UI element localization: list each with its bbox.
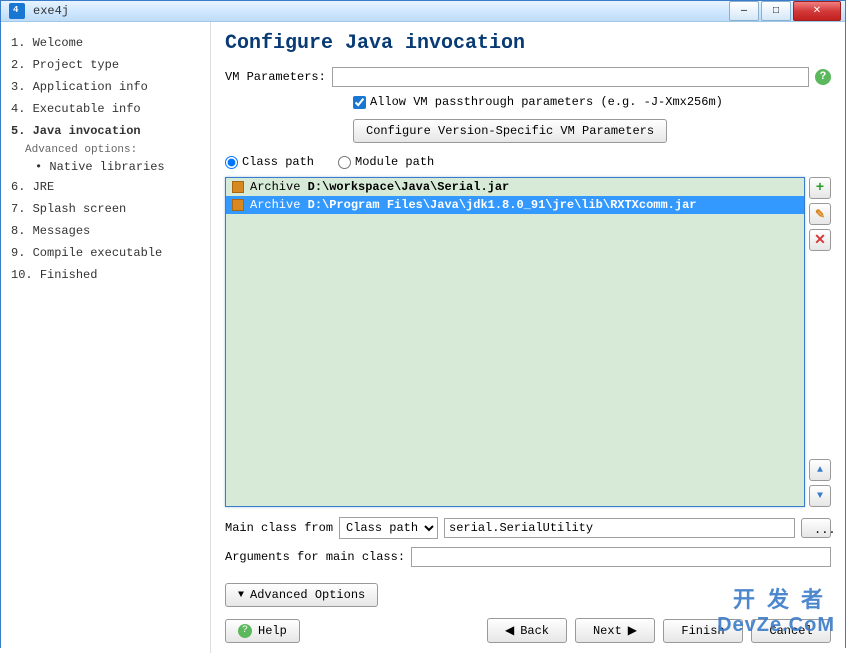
sidebar-advanced-label: Advanced options: bbox=[7, 142, 204, 158]
help-button[interactable]: ? Help bbox=[225, 619, 300, 643]
remove-entry-button[interactable]: ✕ bbox=[809, 229, 831, 251]
passthrough-checkbox[interactable] bbox=[353, 96, 366, 109]
help-icon[interactable]: ? bbox=[815, 69, 831, 85]
titlebar: exe4j — □ ✕ bbox=[1, 1, 845, 22]
classpath-list[interactable]: Archive D:\workspace\Java\Serial.jar Arc… bbox=[225, 177, 805, 507]
config-version-row: Configure Version-Specific VM Parameters bbox=[353, 119, 831, 143]
arguments-input[interactable] bbox=[411, 547, 831, 567]
advanced-options-row: ▼ Advanced Options bbox=[225, 575, 831, 607]
sidebar-item-java-invocation[interactable]: 5. Java invocation bbox=[7, 120, 204, 142]
advanced-options-button[interactable]: ▼ Advanced Options bbox=[225, 583, 378, 607]
archive-icon bbox=[232, 199, 244, 211]
back-button[interactable]: ◀ Back bbox=[487, 618, 567, 643]
browse-main-class-button[interactable]: ... bbox=[801, 518, 831, 538]
sidebar-item-project-type[interactable]: 2. Project type bbox=[7, 54, 204, 76]
move-up-button[interactable] bbox=[809, 459, 831, 481]
sidebar-item-jre[interactable]: 6. JRE bbox=[7, 176, 204, 198]
sidebar-item-messages[interactable]: 8. Messages bbox=[7, 220, 204, 242]
vm-params-row: VM Parameters: ? bbox=[225, 67, 831, 87]
classpath-radio-group[interactable]: Class path bbox=[225, 155, 314, 169]
sidebar: exe4j 1. Welcome 2. Project type 3. Appl… bbox=[1, 22, 211, 653]
sidebar-item-welcome[interactable]: 1. Welcome bbox=[7, 32, 204, 54]
main-class-from-select[interactable]: Class path bbox=[339, 517, 438, 539]
config-version-button[interactable]: Configure Version-Specific VM Parameters bbox=[353, 119, 667, 143]
app-icon bbox=[9, 3, 25, 19]
list-item[interactable]: Archive D:\Program Files\Java\jdk1.8.0_9… bbox=[226, 196, 804, 214]
maximize-button[interactable]: □ bbox=[761, 1, 791, 21]
passthrough-label: Allow VM passthrough parameters (e.g. -J… bbox=[370, 95, 723, 109]
footer: ? Help ◀ Back Next ▶ Finish Cancel bbox=[225, 607, 831, 643]
arrow-right-icon: ▶ bbox=[628, 623, 637, 638]
window-controls: — □ ✕ bbox=[729, 1, 841, 21]
modulepath-radio-group[interactable]: Module path bbox=[338, 155, 434, 169]
edit-entry-button[interactable] bbox=[809, 203, 831, 225]
sidebar-item-application-info[interactable]: 3. Application info bbox=[7, 76, 204, 98]
page-title: Configure Java invocation bbox=[225, 32, 831, 55]
close-button[interactable]: ✕ bbox=[793, 1, 841, 21]
sidebar-item-finished[interactable]: 10. Finished bbox=[7, 264, 204, 286]
minimize-button[interactable]: — bbox=[729, 1, 759, 21]
classpath-area: Archive D:\workspace\Java\Serial.jar Arc… bbox=[225, 177, 831, 507]
classpath-buttons: + ✕ bbox=[809, 177, 831, 507]
finish-button[interactable]: Finish bbox=[663, 619, 743, 643]
chevron-down-icon: ▼ bbox=[238, 590, 244, 601]
arguments-row: Arguments for main class: bbox=[225, 547, 831, 567]
vm-params-input[interactable] bbox=[332, 67, 809, 87]
main-class-from-label: Main class from bbox=[225, 521, 333, 535]
archive-icon bbox=[232, 181, 244, 193]
move-down-button[interactable] bbox=[809, 485, 831, 507]
sidebar-item-compile-executable[interactable]: 9. Compile executable bbox=[7, 242, 204, 264]
arrow-left-icon: ◀ bbox=[505, 623, 514, 638]
classpath-radio[interactable] bbox=[225, 156, 238, 169]
arguments-label: Arguments for main class: bbox=[225, 550, 405, 564]
list-item[interactable]: Archive D:\workspace\Java\Serial.jar bbox=[226, 178, 804, 196]
question-icon: ? bbox=[238, 624, 252, 638]
sidebar-item-native-libraries[interactable]: • Native libraries bbox=[7, 158, 204, 176]
passthrough-row: Allow VM passthrough parameters (e.g. -J… bbox=[353, 95, 831, 109]
cancel-button[interactable]: Cancel bbox=[751, 619, 831, 643]
next-button[interactable]: Next ▶ bbox=[575, 618, 655, 643]
add-entry-button[interactable]: + bbox=[809, 177, 831, 199]
path-mode-row: Class path Module path bbox=[225, 155, 831, 169]
main-panel: Configure Java invocation VM Parameters:… bbox=[211, 22, 845, 653]
modulepath-radio[interactable] bbox=[338, 156, 351, 169]
content-area: exe4j 1. Welcome 2. Project type 3. Appl… bbox=[1, 22, 845, 653]
main-class-row: Main class from Class path ... bbox=[225, 517, 831, 539]
window-title: exe4j bbox=[33, 4, 729, 18]
main-class-input[interactable] bbox=[444, 518, 795, 538]
app-window: exe4j — □ ✕ exe4j 1. Welcome 2. Project … bbox=[0, 0, 846, 648]
sidebar-item-executable-info[interactable]: 4. Executable info bbox=[7, 98, 204, 120]
vm-params-label: VM Parameters: bbox=[225, 70, 326, 84]
sidebar-item-splash-screen[interactable]: 7. Splash screen bbox=[7, 198, 204, 220]
